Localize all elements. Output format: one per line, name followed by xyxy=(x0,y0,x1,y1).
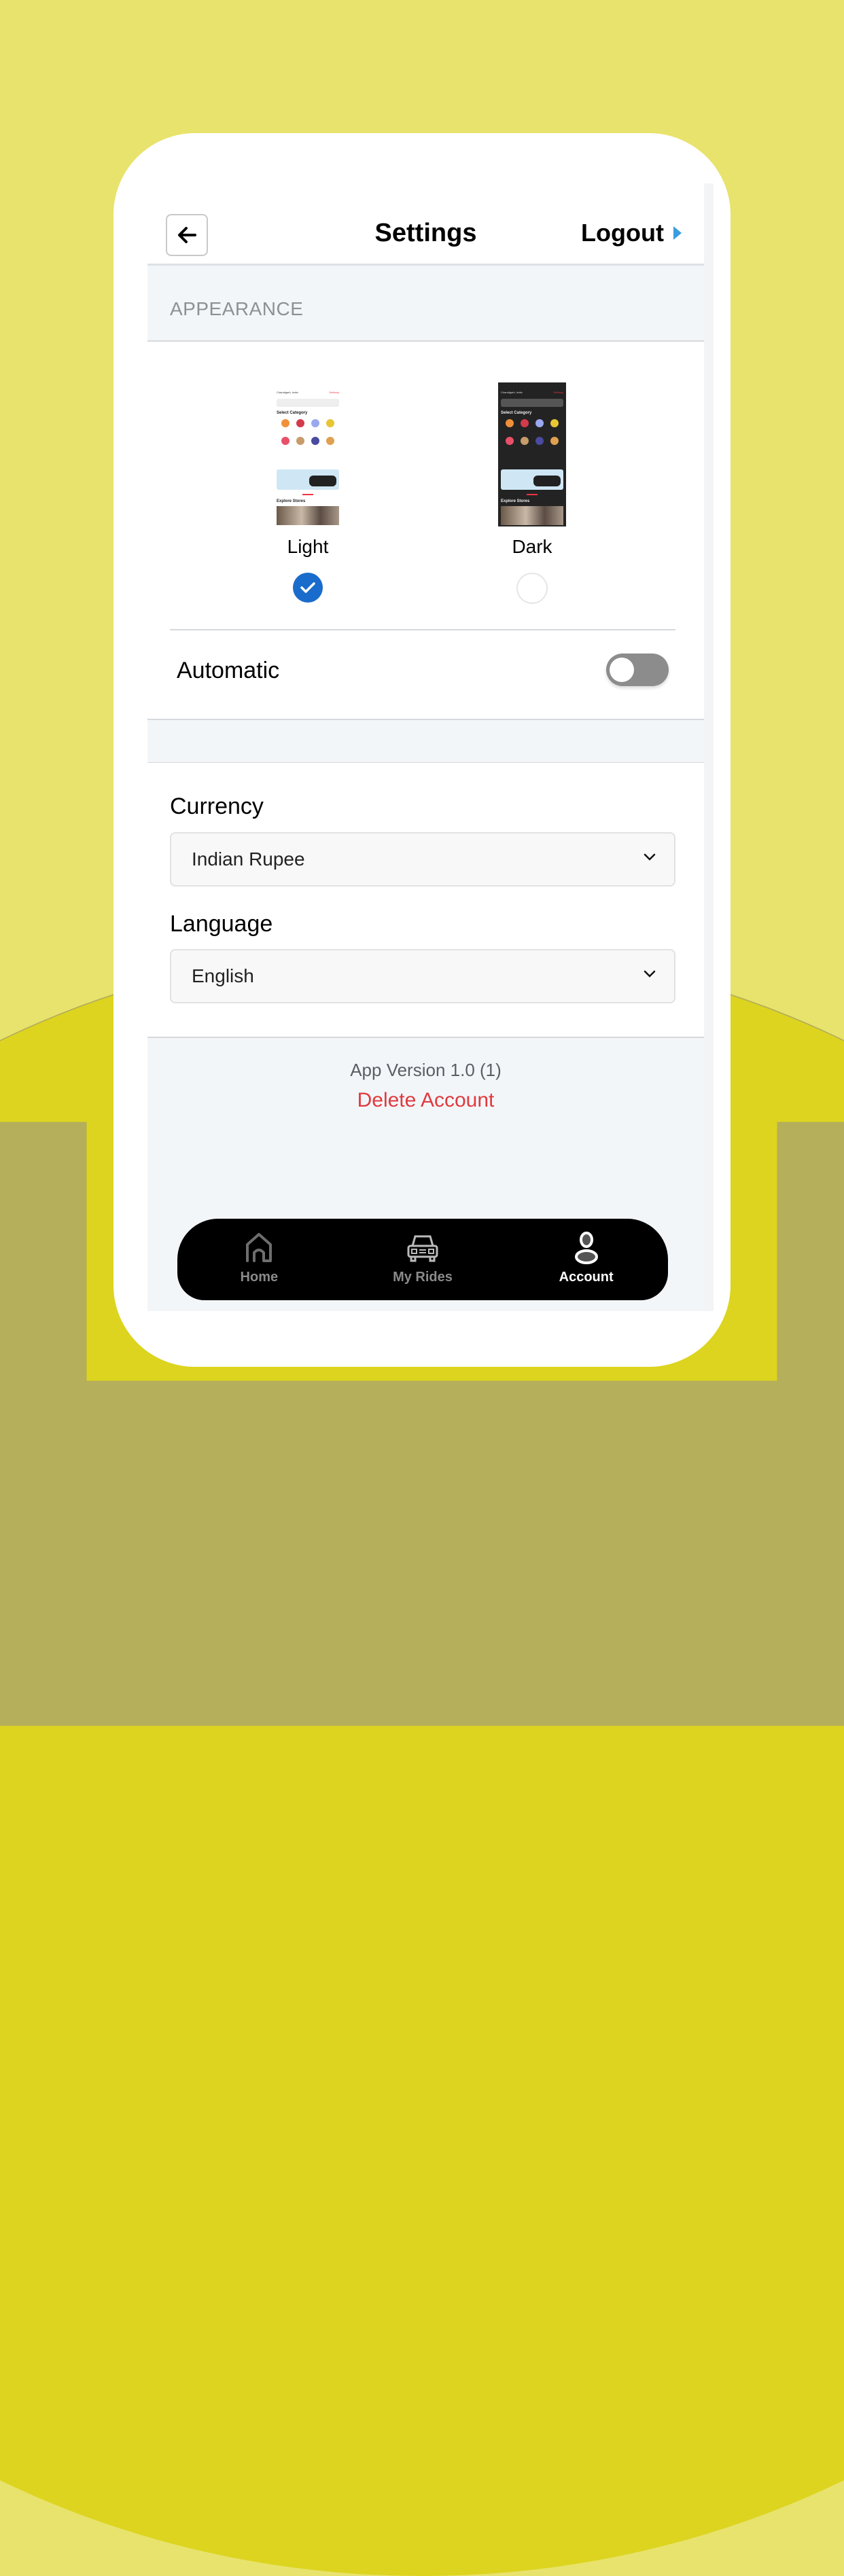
theme-label-dark: Dark xyxy=(512,536,552,557)
theme-option-dark[interactable]: Chandigarh, India Delivery Select Categor… xyxy=(464,382,600,604)
tab-account[interactable]: Account xyxy=(518,1219,654,1300)
dark-theme-preview: Chandigarh, India Delivery Select Categor… xyxy=(498,382,566,526)
preview-banner xyxy=(277,469,339,490)
automatic-toggle[interactable] xyxy=(606,654,669,686)
theme-option-light[interactable]: Chandigarh, India Delivery Select Categor… xyxy=(240,382,376,603)
preview-store-image xyxy=(277,506,339,525)
preview-category-title: Select Category xyxy=(501,411,532,415)
preview-category-grid xyxy=(278,419,338,445)
tab-label: Home xyxy=(240,1270,279,1285)
preview-explore-title: Explore Stores xyxy=(277,499,306,503)
app-version: App Version 1.0 (1) xyxy=(350,1060,502,1080)
section-title: APPEARANCE xyxy=(170,298,304,319)
tab-home[interactable]: Home xyxy=(191,1219,327,1300)
preview-location: Chandigarh, India xyxy=(277,391,298,394)
dark-theme-radio[interactable] xyxy=(516,573,548,604)
preview-search xyxy=(277,399,339,407)
preview-category-title: Select Category xyxy=(277,411,308,415)
divider xyxy=(170,629,675,630)
light-theme-preview: Chandigarh, India Delivery Select Categor… xyxy=(274,382,342,526)
preview-location: Chandigarh, India xyxy=(501,391,523,394)
language-label: Language xyxy=(170,911,273,937)
language-value: English xyxy=(192,965,254,986)
preview-mode: Delivery xyxy=(329,391,339,394)
preview-mode: Delivery xyxy=(553,391,563,394)
appearance-panel: Chandigarh, India Delivery Select Categor… xyxy=(147,342,704,719)
footer-info: App Version 1.0 (1) Delete Account xyxy=(147,1060,704,1112)
tab-my-rides[interactable]: My Rides xyxy=(355,1219,491,1300)
appearance-section-header: APPEARANCE xyxy=(147,266,704,342)
currency-label: Currency xyxy=(170,793,264,819)
preview-store-image xyxy=(501,506,563,525)
delete-account-link[interactable]: Delete Account xyxy=(357,1089,495,1112)
preview-search xyxy=(501,399,563,407)
section-spacer xyxy=(147,719,704,764)
theme-label-light: Light xyxy=(287,536,329,557)
bottom-tab-bar: Home My Rides Account xyxy=(177,1219,668,1300)
header: Settings Logout xyxy=(147,183,704,266)
phone-frame: Settings Logout APPEARANCE Chandigarh, I… xyxy=(113,133,731,1367)
currency-select[interactable]: Indian Rupee xyxy=(170,832,675,887)
tab-label: My Rides xyxy=(393,1270,453,1285)
light-theme-radio[interactable] xyxy=(293,573,323,603)
chevron-down-icon xyxy=(644,853,656,861)
automatic-label: Automatic xyxy=(177,658,280,683)
chevron-down-icon xyxy=(644,970,656,978)
settings-screen: Settings Logout APPEARANCE Chandigarh, I… xyxy=(147,183,704,1311)
triangle-right-icon xyxy=(673,226,682,240)
checkmark-icon xyxy=(300,582,315,593)
currency-value: Indian Rupee xyxy=(192,848,305,870)
car-icon xyxy=(407,1235,438,1262)
logout-label: Logout xyxy=(581,219,664,247)
language-select[interactable]: English xyxy=(170,949,675,1003)
user-icon xyxy=(574,1232,598,1264)
logout-button[interactable]: Logout xyxy=(581,219,682,247)
preferences-panel: Currency Indian Rupee Language English xyxy=(147,763,704,1038)
preview-explore-title: Explore Stores xyxy=(501,499,530,503)
home-icon xyxy=(246,1233,272,1262)
preview-category-grid xyxy=(502,419,562,445)
toggle-knob xyxy=(610,658,634,682)
preview-banner xyxy=(501,469,563,490)
tab-label: Account xyxy=(559,1270,614,1285)
